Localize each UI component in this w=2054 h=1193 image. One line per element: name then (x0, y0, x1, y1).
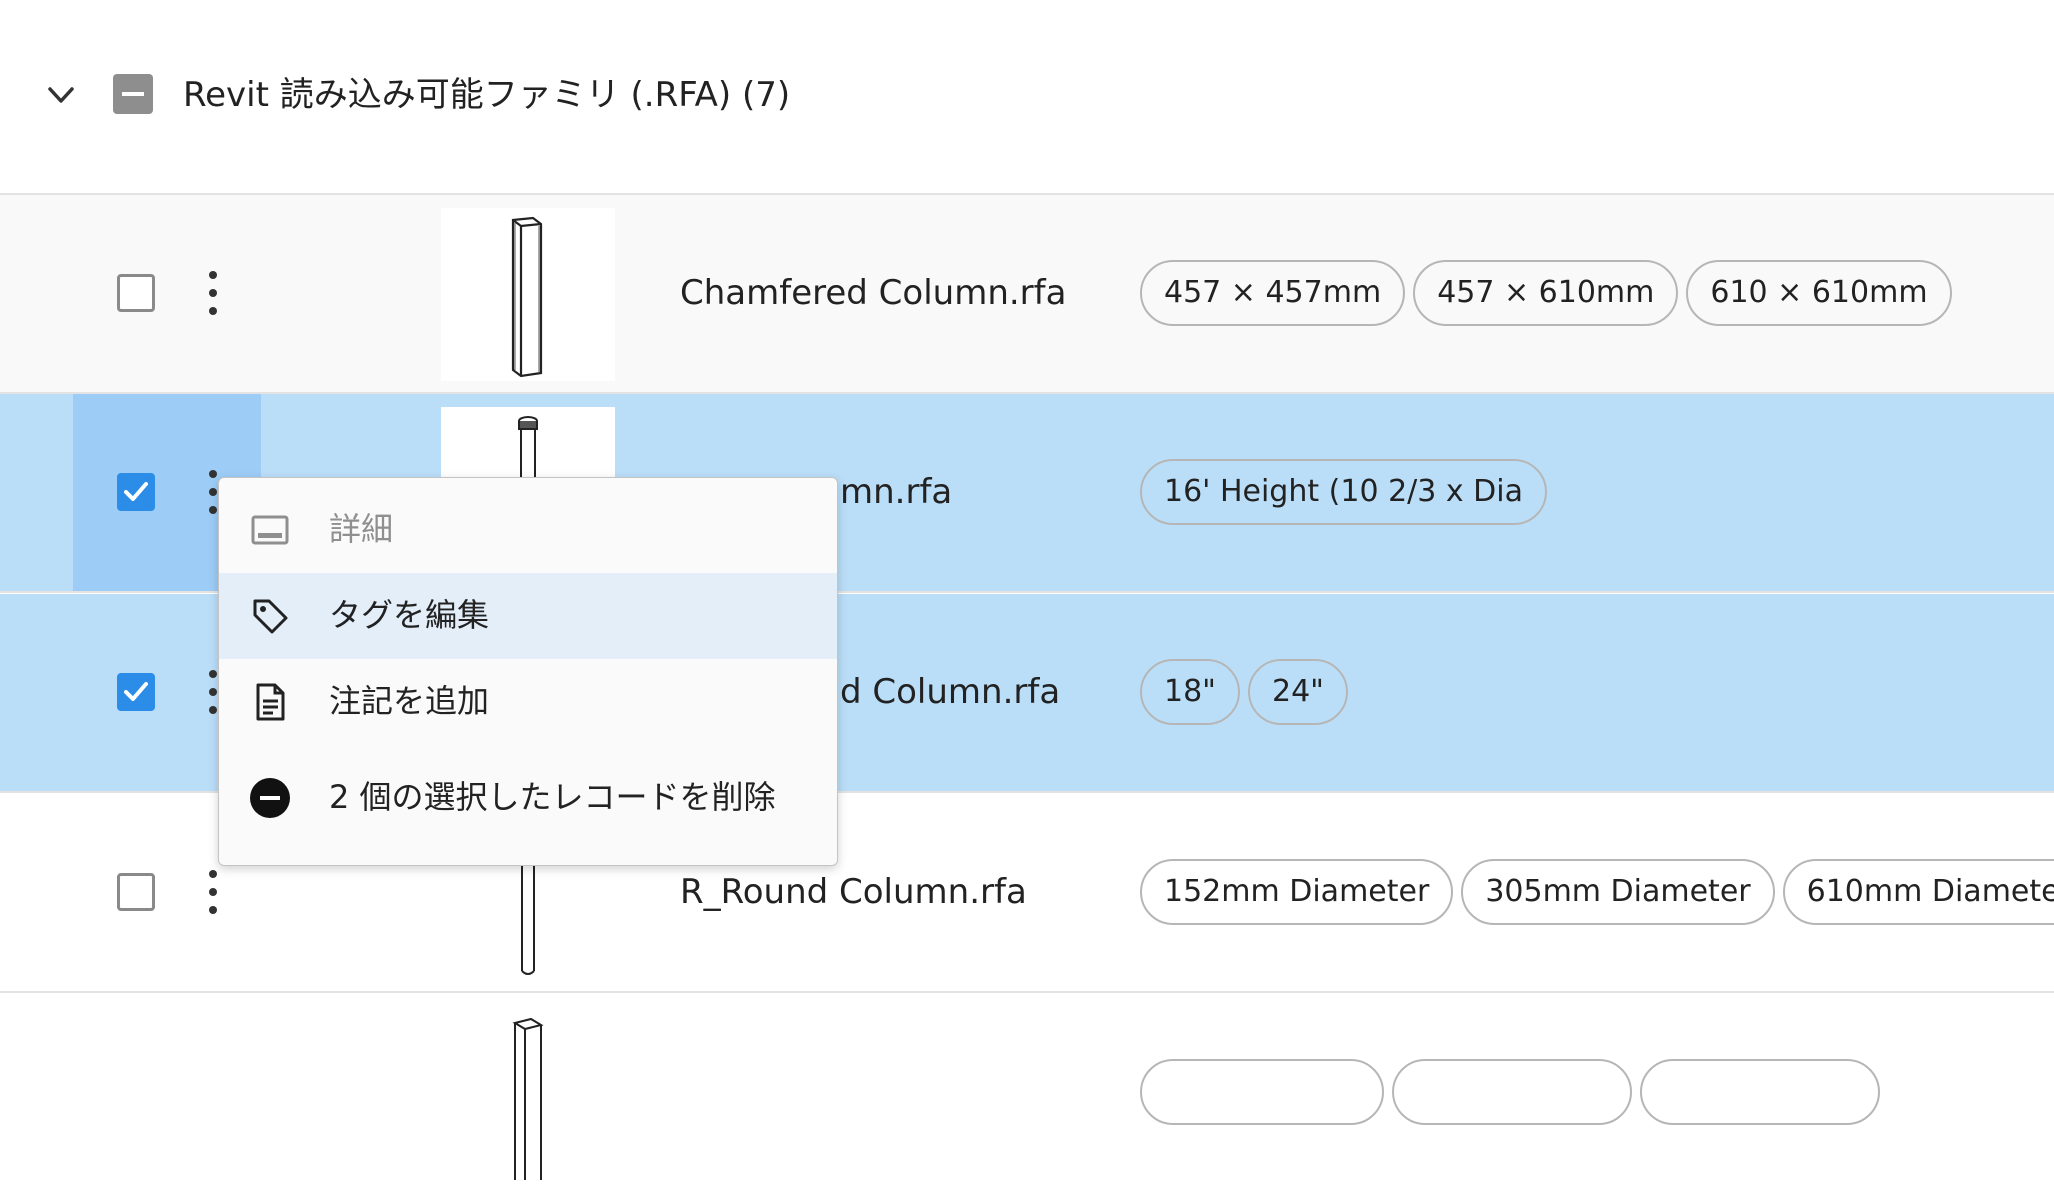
tag-chip[interactable] (1640, 1059, 1880, 1125)
note-icon (256, 683, 285, 721)
menu-item-label: 詳細 (329, 510, 394, 548)
group-title: Revit 読み込み可能ファミリ (.RFA) (7) (183, 75, 791, 115)
remove-circle-icon (250, 778, 290, 818)
more-vert-icon[interactable] (203, 870, 223, 914)
tag-list: 18" 24" (1140, 659, 1348, 725)
table-row[interactable] (0, 994, 2054, 1193)
tag-chip[interactable] (1140, 1059, 1384, 1125)
chevron-down-icon[interactable] (44, 78, 78, 112)
file-name[interactable]: R_Round Column.rfa (680, 870, 1027, 914)
tag-chip[interactable]: 18" (1140, 659, 1240, 725)
menu-item-label: 注記を追加 (329, 682, 490, 720)
row-checkbox[interactable] (117, 274, 155, 312)
details-panel-icon (251, 515, 289, 545)
more-vert-icon[interactable] (203, 271, 223, 315)
tag-icon (253, 599, 288, 634)
menu-item-label: 2 個の選択したレコードを削除 (329, 778, 776, 816)
family-thumbnail (441, 208, 615, 381)
menu-item-add-note[interactable]: 注記を追加 (219, 659, 837, 745)
row-checkbox[interactable] (117, 673, 155, 711)
tag-list: 16' Height (10 2/3 x Dia (1140, 459, 1548, 525)
row-checkbox[interactable] (117, 873, 155, 911)
tag-chip[interactable]: 24" (1247, 659, 1348, 725)
group-select-checkbox[interactable] (113, 74, 153, 114)
menu-item-details[interactable]: 詳細 (219, 487, 837, 573)
context-menu: 詳細 タグを編集 注記を追加 2 個の選択したレコードを削除 (218, 477, 838, 866)
tag-chip[interactable]: 16' Height (10 2/3 x Dia (1140, 459, 1548, 525)
file-name[interactable]: Chamfered Column.rfa (680, 271, 1066, 315)
family-thumbnail (441, 1007, 615, 1180)
tag-chip[interactable] (1392, 1059, 1632, 1125)
tag-list (1140, 1059, 1880, 1125)
menu-item-label: タグを編集 (329, 596, 490, 634)
file-name[interactable]: d Column.rfa (840, 670, 1060, 714)
tag-chip[interactable]: 152mm Diameter (1140, 859, 1454, 925)
table-row[interactable]: Chamfered Column.rfa 457 × 457mm 457 × 6… (0, 195, 2054, 394)
tag-chip[interactable]: 610mm Diameter (1782, 859, 2054, 925)
group-header: Revit 読み込み可能ファミリ (.RFA) (7) (0, 0, 2054, 193)
menu-item-delete-records[interactable]: 2 個の選択したレコードを削除 (219, 748, 837, 848)
tag-chip[interactable]: 305mm Diameter (1461, 859, 1775, 925)
menu-item-edit-tags[interactable]: タグを編集 (219, 573, 837, 659)
tag-chip[interactable]: 457 × 610mm (1413, 260, 1679, 326)
row-checkbox[interactable] (117, 473, 155, 511)
file-name[interactable]: mn.rfa (840, 470, 952, 514)
tag-chip[interactable]: 610 × 610mm (1686, 260, 1952, 326)
tag-list: 457 × 457mm 457 × 610mm 610 × 610mm (1140, 260, 1952, 326)
tag-chip[interactable]: 457 × 457mm (1140, 260, 1406, 326)
tag-list: 152mm Diameter 305mm Diameter 610mm Diam… (1140, 859, 2054, 925)
